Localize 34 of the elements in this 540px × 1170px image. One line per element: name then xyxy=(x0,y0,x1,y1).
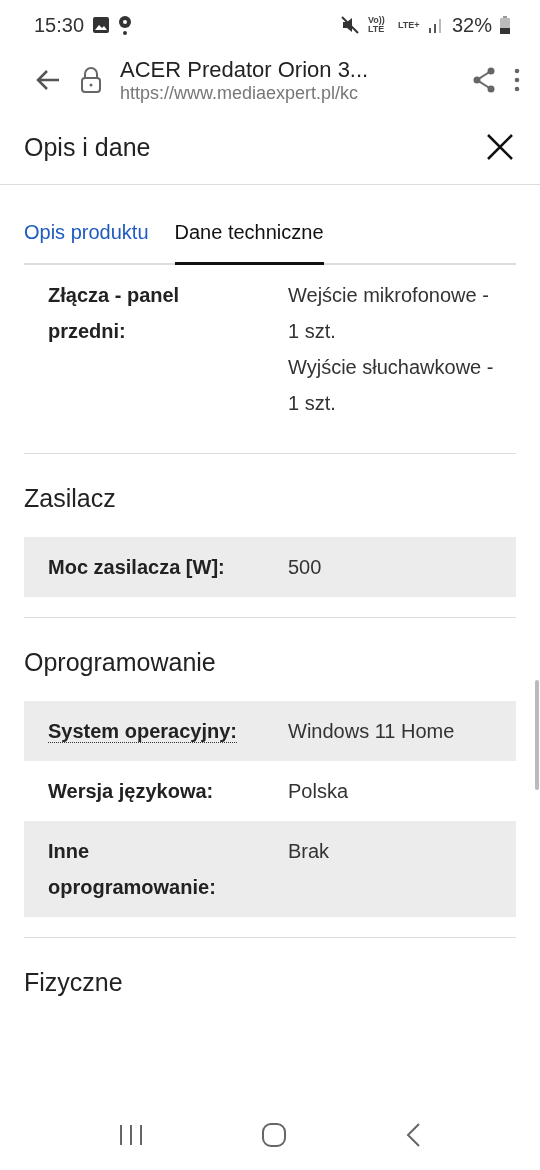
page-url[interactable]: https://www.mediaexpert.pl/kc xyxy=(120,82,454,104)
spec-value: Polska xyxy=(288,779,350,804)
spec-value: Windows 11 Home xyxy=(288,719,456,744)
tab[interactable]: Opis produktu xyxy=(24,211,149,265)
spec-label: Inne oprogramowanie: xyxy=(48,840,216,898)
spec-value: Wyjście słuchawkowe - 1 szt. xyxy=(288,355,495,416)
page-title: ACER Predator Orion 3... xyxy=(120,56,370,83)
image-icon xyxy=(92,16,111,34)
battery-icon xyxy=(500,16,510,34)
spec-label: Moc zasilacza [W]: xyxy=(48,556,225,578)
share-button[interactable] xyxy=(472,67,496,93)
spec-label: System operacyjny: xyxy=(48,720,237,743)
battery-percent: 32% xyxy=(451,13,492,37)
section-title: Zasilacz xyxy=(24,483,117,514)
spec-value: Brak xyxy=(288,839,331,864)
volte-label: Vo)) LTE xyxy=(367,16,386,34)
signal-icon xyxy=(427,16,444,34)
spec-label: Wersja językowa: xyxy=(48,780,214,802)
status-time: 15:30 xyxy=(34,13,85,37)
sheet-title: Opis i dane xyxy=(24,132,151,162)
mute-icon xyxy=(339,15,360,35)
spec-value: Wejście mikrofonowe - 1 szt. xyxy=(288,283,490,344)
scrollbar[interactable] xyxy=(535,680,539,790)
lock-icon xyxy=(80,66,102,94)
recents-button[interactable] xyxy=(118,1123,145,1147)
section-title: Oprogramowanie xyxy=(24,647,217,678)
network-label: LTE+ xyxy=(397,20,420,30)
home-button[interactable] xyxy=(261,1122,287,1148)
section-title: Fizyczne xyxy=(24,967,124,998)
more-button[interactable] xyxy=(514,68,520,92)
more-icon xyxy=(514,68,520,92)
location-icon xyxy=(118,15,133,35)
spec-label: Złącza - panel przedni: xyxy=(48,284,180,342)
spec-value: 500 xyxy=(288,555,323,580)
